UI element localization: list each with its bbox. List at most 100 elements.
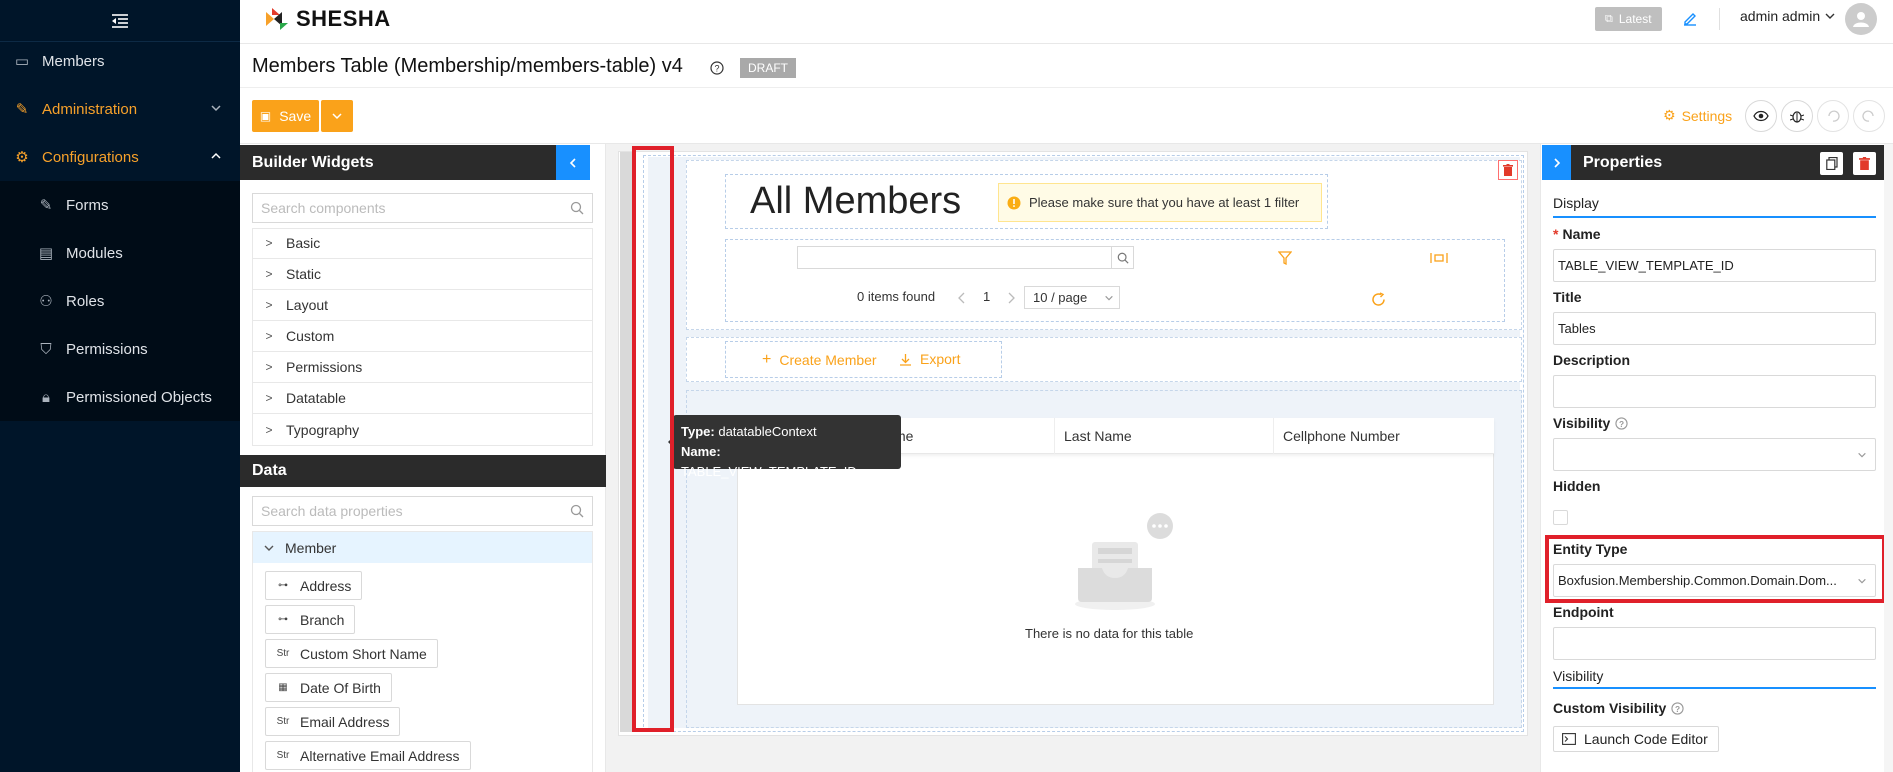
delete-component-button[interactable] (1498, 160, 1518, 180)
endpoint-input[interactable] (1553, 627, 1876, 660)
user-menu[interactable]: admin admin (1740, 8, 1836, 24)
name-label: * Name (1553, 226, 1601, 242)
roles-icon: ⚇ (39, 293, 53, 310)
tooltip-name-value: TABLE_VIEW_TEMPLATE_ID (681, 464, 857, 479)
properties-title: Properties (1583, 153, 1663, 171)
delete-component-button[interactable] (1853, 152, 1876, 175)
form-icon: ✎ (39, 197, 53, 214)
widget-group-custom[interactable]: > Custom (252, 321, 593, 352)
avatar[interactable] (1845, 3, 1877, 35)
chevron-down-icon (1825, 13, 1835, 19)
preview-button[interactable] (1745, 100, 1777, 132)
wrench-icon: ✎ (15, 101, 29, 118)
data-panel-header: Data (240, 455, 606, 487)
undo-icon (1828, 110, 1840, 122)
column-settings-icon[interactable] (1430, 252, 1448, 264)
sidebar-item-permissioned-objects[interactable]: 🔒︎ Permissioned Objects (0, 373, 240, 421)
quick-search-input[interactable] (797, 246, 1112, 269)
sidebar-item-label: Roles (66, 292, 105, 310)
save-label: Save (279, 108, 312, 124)
sidebar: ▭ Members ✎ Administration ⚙ Configurati… (0, 0, 240, 772)
save-options-button[interactable] (321, 100, 353, 132)
section-visibility[interactable]: Visibility (1553, 668, 1603, 684)
hidden-checkbox[interactable] (1553, 510, 1568, 525)
visibility-select[interactable] (1553, 438, 1876, 471)
edit-icon[interactable] (1682, 10, 1698, 26)
description-label: Description (1553, 352, 1631, 368)
sidebar-item-configurations[interactable]: ⚙ Configurations (0, 133, 240, 181)
copy-component-button[interactable] (1820, 152, 1843, 175)
table-heading: All Members (750, 180, 962, 222)
reload-icon[interactable] (1371, 292, 1386, 307)
launch-code-editor-button[interactable]: Launch Code Editor (1553, 726, 1719, 752)
description-input[interactable] (1553, 375, 1876, 408)
sidebar-item-label: Modules (66, 244, 123, 262)
sidebar-item-forms[interactable]: ✎ Forms (0, 181, 240, 229)
sidebar-item-members[interactable]: ▭ Members (0, 37, 240, 85)
data-property-email-address[interactable]: Str Email Address (265, 707, 401, 736)
sidebar-item-roles[interactable]: ⚇ Roles (0, 277, 240, 325)
page-number[interactable]: 1 (983, 289, 990, 304)
search-data-properties-input[interactable]: Search data properties (252, 496, 593, 526)
collapse-right-panel-button[interactable] (1542, 145, 1571, 180)
sidebar-item-modules[interactable]: ▤ Modules (0, 229, 240, 277)
property-label: Custom Short Name (300, 645, 427, 662)
widget-group-label: Datatable (286, 390, 346, 406)
column-header-cellphone-number[interactable]: Cellphone Number (1274, 418, 1494, 454)
filter-icon[interactable] (1278, 251, 1292, 265)
quick-search-button[interactable] (1112, 246, 1134, 269)
section-divider (1553, 216, 1876, 218)
save-button[interactable]: ▣ Save (252, 100, 319, 132)
settings-label: Settings (1681, 107, 1733, 124)
search-components-input[interactable]: Search components (252, 193, 593, 223)
modules-icon: ▤ (38, 245, 54, 262)
chevron-left-icon (569, 157, 576, 168)
data-tree-node-member[interactable]: Member (253, 532, 592, 563)
widget-group-permissions[interactable]: > Permissions (252, 352, 593, 383)
collapse-left-panel-button[interactable] (556, 145, 590, 180)
data-property-alternative-email-address[interactable]: Str Alternative Email Address (265, 741, 471, 770)
menu-collapse-toggle[interactable] (0, 0, 240, 42)
export-button[interactable]: Export (899, 351, 960, 367)
name-input[interactable]: TABLE_VIEW_TEMPLATE_ID (1553, 249, 1876, 282)
section-display[interactable]: Display (1553, 195, 1599, 211)
sidebar-item-permissions[interactable]: ⛉ Permissions (0, 325, 240, 373)
debug-button[interactable] (1781, 100, 1813, 132)
plus-icon: + (762, 351, 772, 368)
column-header-last-name[interactable]: Last Name (1055, 418, 1274, 454)
version-button[interactable]: ⧉ Latest (1595, 7, 1662, 31)
save-icon: ▣ (259, 109, 272, 123)
next-page-icon[interactable] (1006, 292, 1016, 304)
chevron-up-icon (211, 152, 221, 159)
widget-group-datatable[interactable]: > Datatable (252, 383, 593, 414)
version-label: Latest (1618, 12, 1652, 26)
settings-button[interactable]: ⚙ Settings (1663, 107, 1732, 124)
divider (1719, 8, 1720, 30)
page-size-select[interactable]: 10 / page (1024, 286, 1120, 309)
redo-button[interactable] (1853, 100, 1885, 132)
prev-page-icon[interactable] (957, 292, 967, 304)
help-icon[interactable]: ? (1615, 416, 1628, 430)
info-icon (1007, 196, 1021, 209)
widget-group-typography[interactable]: > Typography (252, 414, 593, 445)
help-icon[interactable]: ? (1671, 701, 1684, 715)
string-icon: Str (276, 750, 290, 761)
name-label-text: Name (1562, 226, 1601, 242)
property-label: Branch (300, 611, 345, 628)
widget-group-static[interactable]: > Static (252, 259, 593, 290)
brand-logo[interactable]: SHESHA (264, 6, 391, 32)
data-property-custom-short-name[interactable]: Str Custom Short Name (265, 639, 438, 668)
chevron-down-icon (211, 105, 221, 112)
widget-group-layout[interactable]: > Layout (252, 290, 593, 321)
data-property-branch[interactable]: ⊶ Branch (265, 605, 356, 634)
undo-button[interactable] (1817, 100, 1849, 132)
create-member-button[interactable]: + Create Member (762, 351, 877, 369)
widget-group-label: Basic (286, 235, 321, 251)
data-property-date-of-birth[interactable]: ▦ Date Of Birth (265, 673, 392, 702)
help-icon[interactable]: ? (710, 61, 724, 75)
sidebar-item-administration[interactable]: ✎ Administration (0, 85, 240, 133)
title-input[interactable]: Tables (1553, 312, 1876, 345)
data-property-address[interactable]: ⊶ Address (265, 571, 363, 600)
widget-group-basic[interactable]: > Basic (252, 228, 593, 259)
properties-scrollbar[interactable] (1884, 144, 1893, 772)
